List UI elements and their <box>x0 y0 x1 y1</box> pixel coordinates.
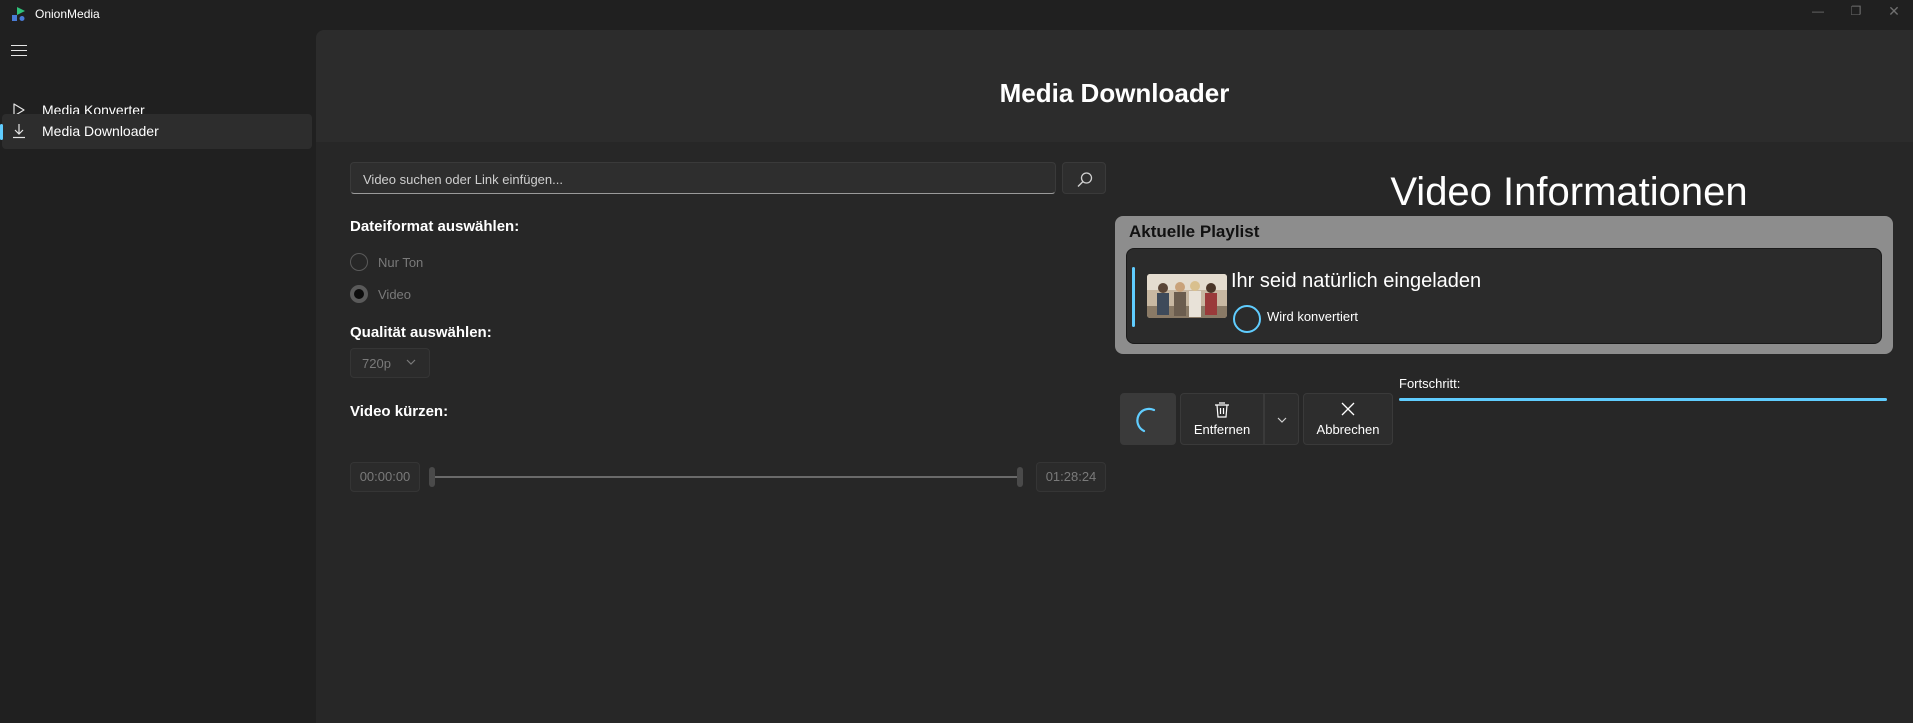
remove-label: Entfernen <box>1193 422 1251 437</box>
search-input[interactable] <box>361 163 1045 195</box>
remove-button[interactable]: Entfernen <box>1180 393 1264 445</box>
sidebar: Media Konverter Media Downloader <box>0 30 316 723</box>
page-title: Media Downloader <box>999 78 1230 108</box>
quality-value: 720p <box>362 356 391 371</box>
search-field <box>350 162 1056 195</box>
video-info-title: Video Informationen <box>1390 170 1748 214</box>
radio-video[interactable] <box>350 285 368 303</box>
loading-spinner-icon <box>1136 407 1156 433</box>
maximize-button[interactable]: ❐ <box>1836 0 1876 22</box>
trim-label: Video kürzen: <box>350 403 449 420</box>
chevron-down-icon <box>406 359 416 365</box>
format-label: Dateiformat auswählen: <box>350 218 520 235</box>
download-icon <box>13 124 25 139</box>
trim-end-handle[interactable] <box>1017 467 1023 487</box>
trim-slider-track[interactable] <box>432 476 1020 478</box>
page-header: Media Downloader <box>316 30 1913 142</box>
playlist-item-status: Wird konvertiert <box>1267 309 1359 324</box>
selection-indicator <box>0 124 3 140</box>
cancel-button[interactable]: Abbrechen <box>1303 393 1393 445</box>
progress-bar-fill <box>1399 398 1887 401</box>
playlist-item-indicator <box>1132 267 1135 327</box>
close-icon <box>1341 402 1355 416</box>
hamburger-menu-icon[interactable] <box>11 45 27 57</box>
sidebar-item-media-downloader[interactable]: Media Downloader <box>0 114 312 149</box>
sidebar-item-label: Media Downloader <box>42 123 159 139</box>
quality-label: Qualität auswählen: <box>350 324 492 341</box>
radio-audio-only-label: Nur Ton <box>378 255 424 270</box>
quality-dropdown[interactable]: 720p <box>350 348 430 378</box>
progress-label: Fortschritt: <box>1399 376 1461 391</box>
playlist-item-title: Ihr seid natürlich eingeladen <box>1231 270 1482 292</box>
search-icon <box>1077 172 1093 187</box>
main-content: Media Downloader Dateiformat auswählen: … <box>316 30 1913 723</box>
playlist-item[interactable]: Ihr seid natürlich eingeladen Wird konve… <box>1126 248 1882 344</box>
progress-ring-icon <box>1233 305 1261 333</box>
chevron-down-icon <box>1277 417 1286 423</box>
cancel-label: Abbrechen <box>1316 422 1380 437</box>
remove-options-dropdown[interactable] <box>1264 393 1299 445</box>
trim-end-time[interactable]: 01:28:24 <box>1036 462 1106 492</box>
trim-start-handle[interactable] <box>429 467 435 487</box>
playlist-panel: Aktuelle Playlist Ihr seid natürlich ein… <box>1115 216 1893 354</box>
minimize-button[interactable]: — <box>1798 0 1838 22</box>
radio-audio-only[interactable] <box>350 253 368 271</box>
title-bar: OnionMedia — ❐ ✕ <box>0 0 1913 30</box>
trash-icon <box>1215 402 1229 418</box>
app-title: OnionMedia <box>35 7 100 21</box>
video-thumbnail <box>1147 274 1227 318</box>
progress-bar <box>1399 398 1887 401</box>
playlist-title: Aktuelle Playlist <box>1129 222 1260 241</box>
close-button[interactable]: ✕ <box>1874 0 1913 22</box>
search-button[interactable] <box>1062 162 1106 194</box>
radio-video-label: Video <box>378 287 412 302</box>
trim-start-time[interactable]: 00:00:00 <box>350 462 420 492</box>
loading-button[interactable] <box>1120 393 1176 445</box>
app-logo-icon <box>12 7 25 21</box>
